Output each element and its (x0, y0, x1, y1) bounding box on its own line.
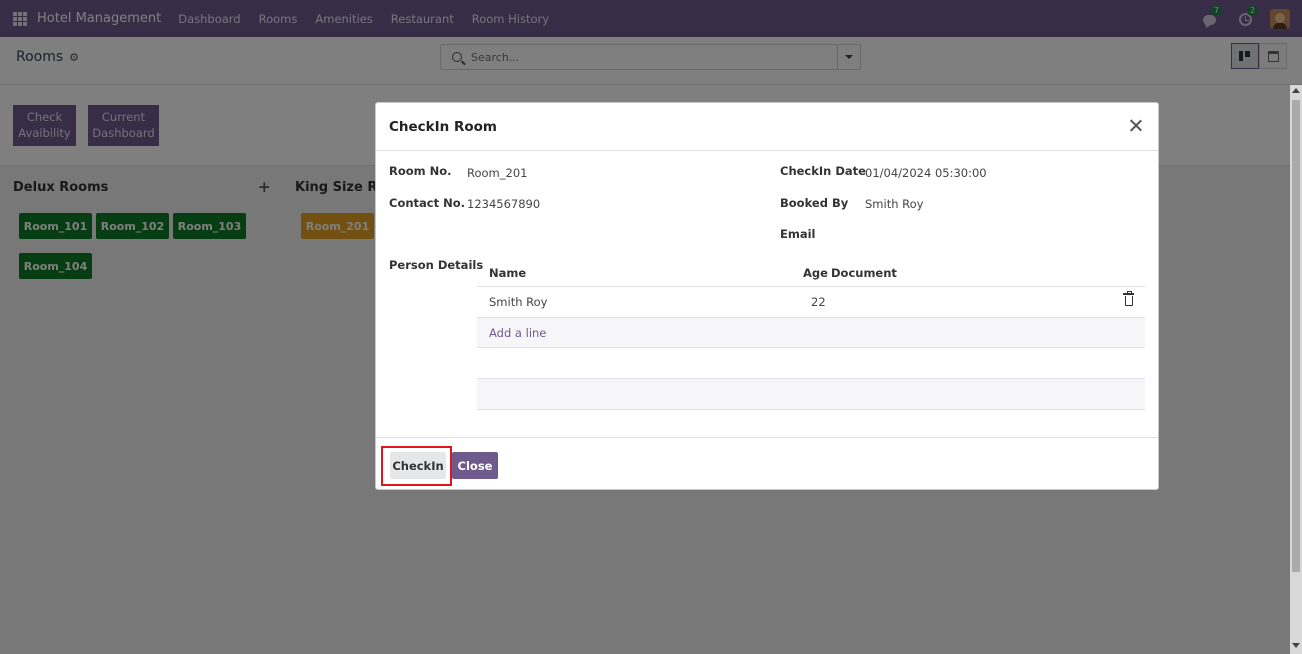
contact-no-field[interactable]: 1234567890 (467, 197, 540, 211)
dialog-title: CheckIn Room (389, 119, 497, 135)
room-no-field[interactable]: Room_201 (467, 166, 527, 180)
empty-row (477, 348, 1145, 379)
checkin-dialog: CheckIn Room Room No. Room_201 Contact N… (375, 102, 1159, 490)
close-button[interactable]: Close (452, 452, 498, 479)
email-label: Email (780, 227, 816, 241)
dialog-header: CheckIn Room (376, 103, 1158, 151)
trash-icon[interactable] (1123, 291, 1134, 306)
contact-no-label: Contact No. (389, 196, 465, 210)
person-name-cell[interactable]: Smith Roy (489, 295, 547, 309)
scrollbar-thumb[interactable] (1292, 100, 1300, 572)
close-icon[interactable] (1126, 116, 1146, 136)
booked-by-label: Booked By (780, 196, 849, 210)
column-header-name[interactable]: Name (489, 266, 526, 280)
person-details-header: Name Age Document (477, 258, 1145, 287)
empty-row (477, 379, 1145, 410)
checkin-highlight (381, 446, 452, 486)
person-age-cell[interactable]: 22 (811, 295, 826, 309)
dialog-footer: CheckIn Close (376, 437, 1158, 490)
table-row[interactable]: Smith Roy 22 (477, 287, 1145, 318)
person-details-label: Person Details (389, 258, 484, 272)
booked-by-field[interactable]: Smith Roy (865, 197, 923, 211)
add-line-row: Add a line (477, 318, 1145, 348)
room-no-label: Room No. (389, 164, 452, 178)
checkin-date-field[interactable]: 01/04/2024 05:30:00 (865, 166, 987, 180)
add-line-link[interactable]: Add a line (489, 326, 546, 340)
checkin-date-label: CheckIn Date (780, 164, 866, 178)
scroll-down-arrow-icon[interactable] (1292, 643, 1300, 648)
scroll-up-arrow-icon[interactable] (1292, 88, 1300, 93)
column-header-document[interactable]: Document (831, 266, 897, 280)
column-header-age[interactable]: Age (803, 266, 828, 280)
